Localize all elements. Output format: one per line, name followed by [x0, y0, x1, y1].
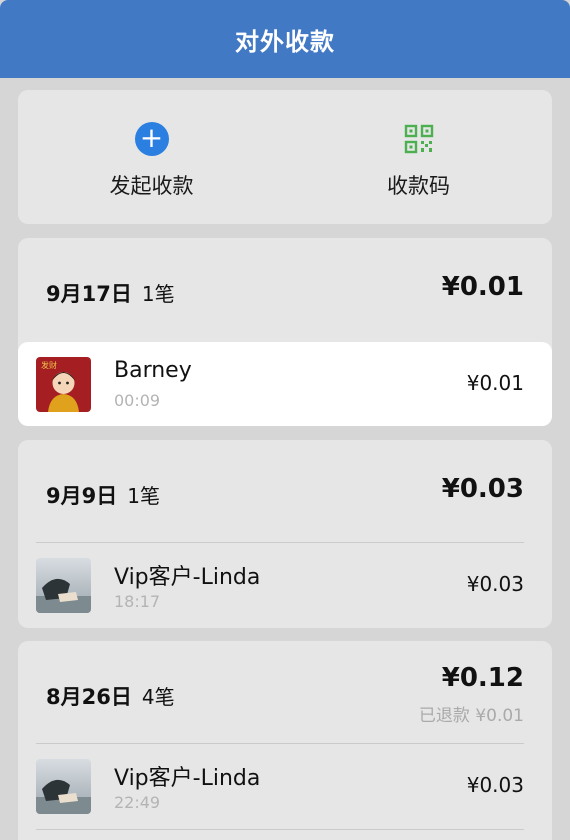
plus-circle-icon: + [134, 122, 169, 156]
group-header[interactable]: 8月26日 4笔 ¥0.12 已退款 ¥0.01 [18, 641, 552, 741]
group-total: ¥0.01 [441, 272, 524, 302]
refund-note: 已退款 ¥0.01 [418, 706, 524, 726]
payment-code-button[interactable]: 收款码 [285, 90, 552, 224]
transaction-time: 18:17 [114, 592, 161, 611]
photo-avatar [36, 558, 91, 613]
group-total: ¥0.03 [441, 474, 524, 504]
transaction-row[interactable]: Vip客户-Linda 22:49 ¥0.03 [18, 744, 552, 828]
payer-name: Barney [114, 358, 192, 383]
photo-avatar [36, 759, 91, 814]
group-header[interactable]: 9月9日 1笔 ¥0.03 [18, 440, 552, 540]
qr-code-icon [402, 122, 436, 156]
red-avatar: 发财 [36, 357, 91, 412]
transaction-amount: ¥0.03 [466, 572, 524, 596]
app-header: 对外收款 [0, 0, 570, 78]
transaction-amount: ¥0.03 [466, 773, 524, 797]
transaction-row[interactable]: Vip客户-Linda 18:17 ¥0.03 [18, 543, 552, 627]
group-header[interactable]: 9月17日 1笔 ¥0.01 [18, 238, 552, 338]
transaction-time: 00:09 [114, 391, 161, 410]
svg-text:发财: 发财 [41, 360, 57, 370]
group-count: 1笔 [141, 282, 175, 306]
group-date: 9月9日 1笔 [46, 484, 160, 508]
initiate-payment-label: 发起收款 [109, 174, 194, 198]
page-title: 对外收款 [235, 27, 335, 56]
group-total: ¥0.12 [441, 663, 524, 693]
date-group: 9月17日 1笔 ¥0.01 发财 Barney 00:09 ¥0.01 [18, 238, 552, 426]
transaction-amount: ¥0.01 [466, 371, 524, 395]
transaction-row[interactable]: 发财 Barney 00:09 ¥0.01 [18, 342, 552, 426]
date-group: 8月26日 4笔 ¥0.12 已退款 ¥0.01 Vip客户-Linda 22:4… [18, 641, 552, 840]
transaction-time: 22:49 [114, 793, 161, 812]
group-date: 8月26日 4笔 [46, 685, 175, 709]
group-count: 4笔 [141, 685, 175, 709]
group-date: 9月17日 1笔 [46, 282, 175, 306]
divider [36, 829, 524, 830]
date-group: 9月9日 1笔 ¥0.03 Vip客户-Linda 18:17 ¥0.03 [18, 440, 552, 628]
actions-card: + 发起收款 收款码 [18, 90, 552, 224]
payer-name: Vip客户-Linda [114, 565, 261, 590]
payer-name: Vip客户-Linda [114, 766, 261, 791]
initiate-payment-button[interactable]: + 发起收款 [18, 90, 285, 224]
group-count: 1笔 [127, 484, 160, 508]
payment-code-label: 收款码 [387, 174, 450, 198]
